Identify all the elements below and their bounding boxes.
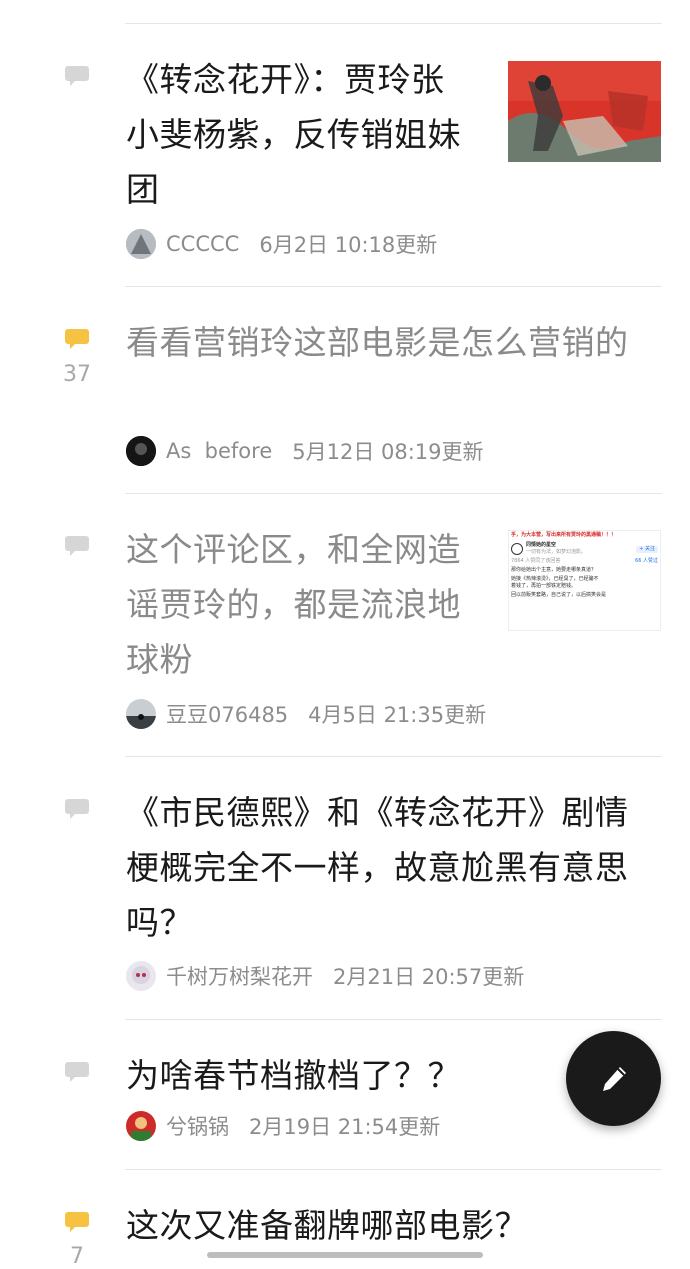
- author-name[interactable]: 豆豆076485: [166, 699, 288, 729]
- thumbnail-line: 回以前贩笑套路，自己说了，以后搞笑会是: [511, 592, 607, 598]
- author-name[interactable]: CCCCC: [166, 232, 239, 256]
- divider: [125, 756, 662, 757]
- comment-bubble-icon: [64, 328, 90, 350]
- compose-button[interactable]: [566, 1031, 661, 1126]
- update-time: 2月21日 20:57更新: [333, 965, 525, 989]
- post-thumbnail[interactable]: 乎，为大本营，写出来所有贾玲的黑通稿！！！ 同情她的星空 一切有为法，如梦幻泡影…: [508, 530, 661, 631]
- author-name[interactable]: 千树万树梨花开: [166, 961, 313, 991]
- avatar[interactable]: [126, 961, 156, 991]
- home-indicator[interactable]: [207, 1252, 483, 1258]
- avatar[interactable]: [126, 436, 156, 466]
- thumbnail-sub: 一切有为法，如梦幻泡影。: [526, 549, 587, 555]
- divider: [125, 1169, 662, 1170]
- author-name[interactable]: As before: [166, 439, 272, 463]
- reply-count: 37: [63, 362, 91, 387]
- update-time: 4月5日 21:35更新: [308, 703, 487, 727]
- comment-bubble-icon: [64, 798, 90, 820]
- comment-bubble-icon: [64, 1061, 90, 1083]
- avatar[interactable]: [126, 1111, 156, 1141]
- post-meta: 千树万树梨花开 2月21日 20:57更新: [126, 960, 524, 992]
- post-meta: 兮锅锅 2月19日 21:54更新: [126, 1110, 440, 1142]
- thumbnail-banner: 乎，为大本营，写出来所有贾玲的黑通稿！！！: [511, 532, 617, 538]
- pen-icon: [602, 1066, 626, 1091]
- thumbnail-question: 那你给她出个主意，她要走哪条真道？: [511, 567, 597, 573]
- post-title[interactable]: 这次又准备翻牌哪部电影？: [126, 1198, 651, 1253]
- post-title[interactable]: 《市民德熙》和《转念花开》剧情梗概完全不一样，故意尬黑有意思吗？: [126, 785, 651, 950]
- avatar[interactable]: [126, 229, 156, 259]
- author-name[interactable]: 兮锅锅: [166, 1111, 229, 1141]
- thumbnail-follow: + 关注: [636, 545, 658, 553]
- post-meta: As before 5月12日 08:19更新: [126, 435, 484, 467]
- post-title[interactable]: 这个评论区，和全网造谣贾玲的，都是流浪地球粉: [126, 522, 471, 687]
- avatar: [511, 543, 523, 555]
- post-thumbnail[interactable]: [508, 61, 661, 162]
- comment-bubble-icon: [64, 65, 90, 87]
- avatar[interactable]: [126, 699, 156, 729]
- thumbnail-line: 她接《热辣滚烫》，已经臭了，已经骗不: [511, 576, 599, 582]
- post-meta: CCCCC 6月2日 10:18更新: [126, 228, 437, 260]
- thumbnail-likes: 66 人赞过: [635, 558, 658, 564]
- post-title[interactable]: 《转念花开》：贾玲张小斐杨紫，反传销姐妹团: [126, 52, 476, 217]
- divider: [125, 23, 662, 24]
- update-time: 5月12日 08:19更新: [292, 440, 484, 464]
- divider: [125, 1019, 662, 1020]
- thumbnail-name: 同情她的星空: [526, 542, 557, 548]
- thumbnail-line: 着钱了，再拍一部铁定赔钱。: [511, 583, 577, 589]
- divider: [125, 286, 662, 287]
- reply-count: 7: [70, 1244, 84, 1269]
- comment-bubble-icon: [64, 1211, 90, 1233]
- post-title[interactable]: 看看营销玲这部电影是怎么营销的: [126, 315, 646, 370]
- update-time: 6月2日 10:18更新: [259, 233, 438, 257]
- comment-bubble-icon: [64, 535, 90, 557]
- thumbnail-stats: 7864 人赞同了该回答: [511, 558, 561, 564]
- post-title[interactable]: 为啥春节档撤档了？？: [126, 1048, 556, 1103]
- divider: [125, 493, 662, 494]
- post-meta: 豆豆076485 4月5日 21:35更新: [126, 698, 486, 730]
- update-time: 2月19日 21:54更新: [249, 1115, 441, 1139]
